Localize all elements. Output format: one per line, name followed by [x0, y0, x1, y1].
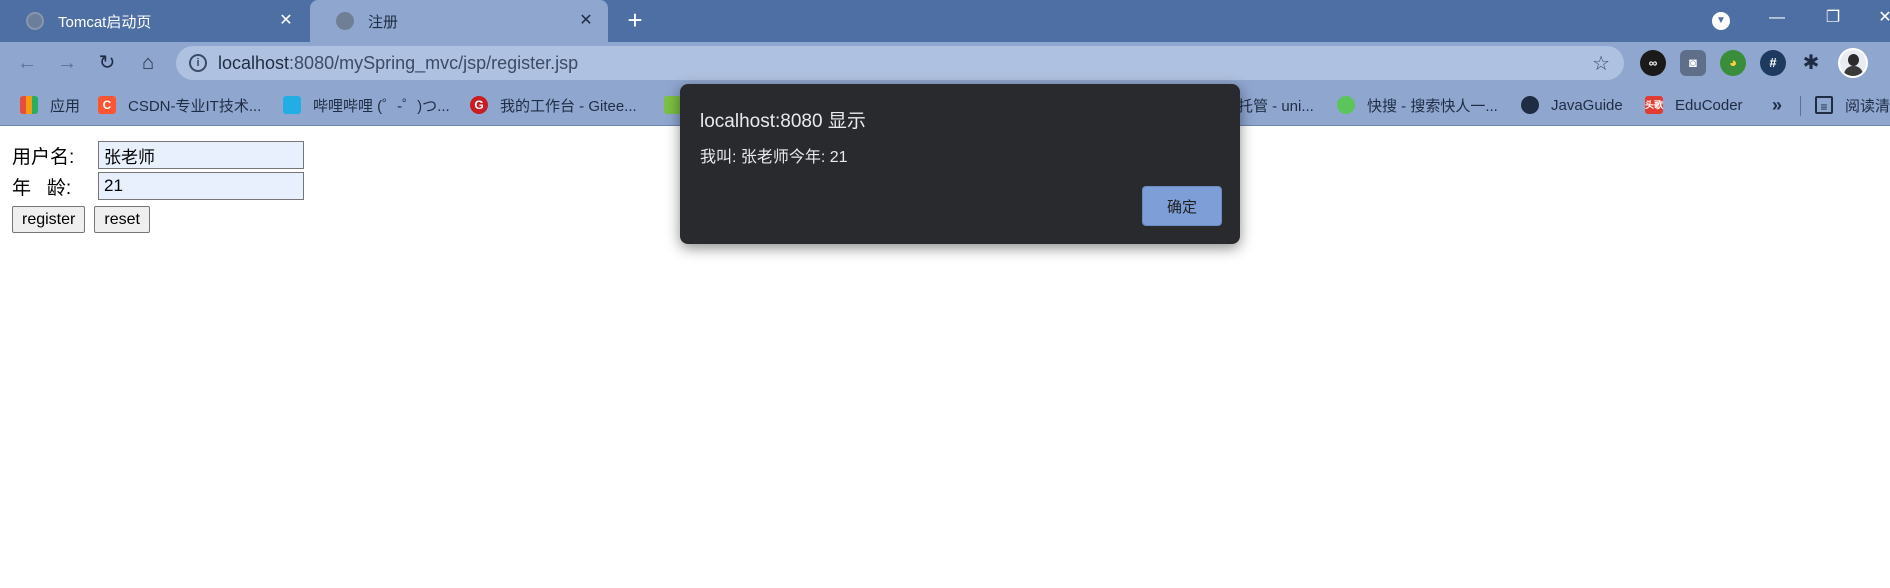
- gitee-icon: G: [470, 96, 488, 114]
- bookmark-label: 托管 - uni...: [1238, 97, 1314, 115]
- infinity-extension-icon[interactable]: ∞: [1640, 50, 1666, 76]
- new-tab-button[interactable]: +: [622, 7, 648, 34]
- globe-favicon-icon: [336, 12, 354, 30]
- mask-extension-icon[interactable]: ◙: [1680, 50, 1706, 76]
- address-bar[interactable]: i localhost:8080/mySpring_mvc/jsp/regist…: [176, 46, 1624, 80]
- form-buttons: register reset: [12, 206, 159, 233]
- site-info-icon[interactable]: i: [189, 54, 207, 72]
- tab-title: Tomcat启动页: [58, 13, 152, 31]
- bookmark-javaguide[interactable]: JavaGuide: [1521, 95, 1623, 115]
- close-tab-icon[interactable]: ✕: [276, 11, 296, 31]
- url-path: :8080/mySpring_mvc/jsp/register.jsp: [289, 53, 579, 73]
- bookmarks-divider: [1800, 96, 1801, 116]
- reading-list-icon: ≡: [1815, 96, 1833, 114]
- bookmark-gitee[interactable]: G 我的工作台 - Gitee...: [470, 95, 637, 115]
- bookmark-label: 哔哩哔哩 (゜-゜)つ...: [313, 97, 450, 115]
- bookmarks-overflow-button[interactable]: »: [1772, 95, 1782, 115]
- profile-avatar[interactable]: [1838, 48, 1868, 78]
- tab-tomcat[interactable]: Tomcat启动页 ✕: [0, 0, 308, 42]
- forward-button[interactable]: →: [52, 48, 82, 78]
- bookmark-label: 快搜 - 搜索快人一...: [1367, 97, 1498, 115]
- kuaisou-icon: [1337, 96, 1355, 114]
- bookmark-bilibili[interactable]: 哔哩哔哩 (゜-゜)つ...: [283, 95, 450, 115]
- bookmark-label: 应用: [50, 97, 81, 115]
- bookmark-csdn[interactable]: C CSDN-专业IT技术...: [98, 95, 261, 115]
- educoder-icon: 头歌: [1645, 96, 1663, 114]
- minimize-button[interactable]: —: [1762, 4, 1792, 32]
- back-button[interactable]: ←: [12, 48, 42, 78]
- csdn-icon: C: [98, 96, 116, 114]
- hash-extension-icon[interactable]: #: [1760, 50, 1786, 76]
- maximize-button[interactable]: ❐: [1818, 4, 1848, 32]
- dialog-message: 我叫: 张老师今年: 21: [700, 149, 848, 166]
- reload-button[interactable]: ↻: [92, 48, 122, 78]
- bookmark-label: EduCoder: [1675, 96, 1743, 114]
- bookmark-label: JavaGuide: [1551, 96, 1623, 114]
- age-row: 年 龄:: [12, 172, 304, 200]
- avatar-body: [1844, 66, 1863, 76]
- apps-grid-icon: [20, 96, 38, 114]
- url-host: localhost: [218, 53, 290, 73]
- bookmark-apps[interactable]: 应用: [20, 95, 80, 115]
- dialog-title: localhost:8080 显示: [700, 111, 866, 132]
- alert-dialog: localhost:8080 显示 我叫: 张老师今年: 21 确定: [680, 84, 1240, 244]
- dialog-ok-button[interactable]: 确定: [1142, 186, 1222, 226]
- reading-list-button[interactable]: ≡ 阅读清单: [1815, 95, 1890, 115]
- bookmark-educoder[interactable]: 头歌 EduCoder: [1645, 95, 1743, 115]
- bilibili-icon: [283, 96, 301, 114]
- globe-extension-icon[interactable]: ◕: [1720, 50, 1746, 76]
- bookmark-label: 我的工作台 - Gitee...: [500, 97, 637, 115]
- tab-title: 注册: [368, 13, 399, 31]
- puzzle-extensions-icon[interactable]: ✱: [1798, 50, 1824, 76]
- tab-strip: Tomcat启动页 ✕ 注册 ✕ + ▼ — ❐ ✕: [0, 0, 1890, 42]
- bookmark-star-icon[interactable]: ☆: [1592, 51, 1610, 76]
- register-button[interactable]: register: [12, 206, 86, 233]
- tab-search-icon[interactable]: ▼: [1712, 12, 1730, 30]
- reset-button[interactable]: reset: [94, 206, 150, 233]
- home-button[interactable]: ⌂: [133, 48, 163, 78]
- username-row: 用户名:: [12, 141, 304, 169]
- bookmark-kuaisou[interactable]: 快搜 - 搜索快人一...: [1337, 95, 1498, 115]
- browser-toolbar: ← → ↻ ⌂ i localhost:8080/mySpring_mvc/js…: [0, 42, 1890, 84]
- tomcat-favicon-icon: [26, 12, 44, 30]
- url-text[interactable]: localhost:8080/mySpring_mvc/jsp/register…: [218, 53, 578, 74]
- tab-register[interactable]: 注册 ✕: [310, 0, 608, 42]
- bookmark-uni[interactable]: 托管 - uni...: [1238, 95, 1314, 115]
- window-close-button[interactable]: ✕: [1870, 4, 1890, 32]
- username-label: 用户名:: [12, 146, 75, 168]
- age-label: 年 龄:: [12, 177, 72, 199]
- globe-icon: [1521, 96, 1539, 114]
- avatar-head: [1848, 54, 1859, 66]
- age-input[interactable]: [98, 172, 304, 200]
- bookmark-label: 阅读清单: [1845, 97, 1890, 115]
- browser-window: Tomcat启动页 ✕ 注册 ✕ + ▼ — ❐ ✕ ← → ↻ ⌂ i loc…: [0, 0, 1890, 588]
- close-tab-icon[interactable]: ✕: [576, 11, 596, 31]
- username-input[interactable]: [98, 141, 304, 169]
- bookmark-label: CSDN-专业IT技术...: [128, 97, 262, 115]
